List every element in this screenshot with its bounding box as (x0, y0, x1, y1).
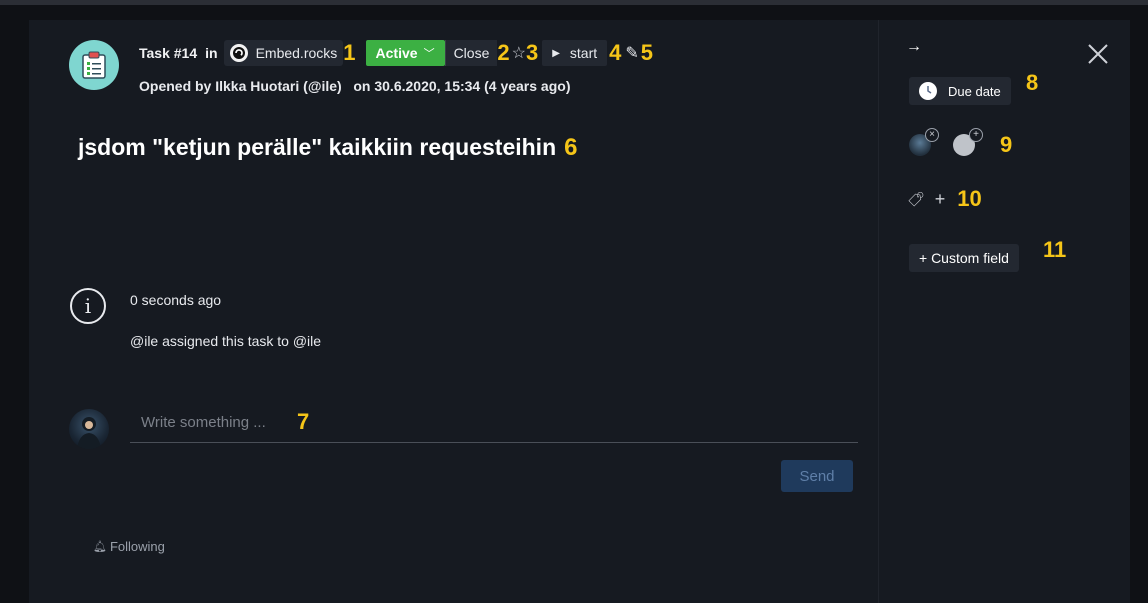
remove-assignee-icon[interactable]: × (925, 128, 939, 142)
annotation-marker-4: 4 (609, 40, 622, 65)
status-dropdown[interactable]: Active ﹀ (365, 40, 445, 66)
chevron-down-icon: ﹀ (423, 48, 435, 60)
start-timer-button[interactable]: ▶ start (542, 40, 608, 66)
comment-field[interactable]: 7 (130, 402, 858, 443)
annotation-marker-5: 5 (640, 40, 654, 65)
annotation-marker-8: 8 (1026, 70, 1039, 95)
close-task-label: Close (453, 45, 490, 61)
top-bar (0, 0, 1148, 5)
clipboard-icon (69, 40, 119, 90)
opened-by-text: Opened by Ilkka Huotari (@ile) on 30.6.2… (139, 78, 571, 94)
tag-icon[interactable]: 🏷︎ (907, 191, 925, 208)
activity-time: 0 seconds ago (130, 292, 222, 308)
task-title[interactable]: jsdom "ketjun perälle" kaikkiin requeste… (78, 134, 578, 161)
custom-field-button[interactable]: + Custom field (909, 244, 1019, 272)
clock-icon (919, 82, 937, 100)
activity-message: @ile assigned this task to @ile (130, 333, 322, 349)
annotation-marker-10: 10 (957, 186, 982, 211)
assignees: × + 9 (909, 128, 1013, 157)
annotation-marker-6: 6 (564, 133, 578, 161)
star-icon[interactable]: ☆ (512, 43, 526, 63)
status-label: Active (375, 45, 418, 61)
following-label: Following (109, 539, 165, 554)
close-task-button[interactable]: Close (444, 40, 498, 66)
task-modal: Task #14 in Embed.rocks 1 Active ﹀ Close… (29, 20, 1130, 603)
bell-icon: 🔔︎ (93, 541, 107, 553)
add-assignee-avatar[interactable]: + (953, 128, 983, 156)
in-label: in (205, 45, 218, 61)
pencil-icon[interactable]: ✎ (625, 43, 638, 63)
close-icon[interactable] (1084, 40, 1112, 68)
annotation-marker-11: 11 (1043, 237, 1067, 262)
annotation-marker-2: 2 (497, 40, 510, 65)
comment-input[interactable] (130, 412, 293, 432)
play-icon: ▶ (552, 47, 560, 59)
start-label: start (569, 45, 598, 61)
annotation-marker-3: 3 (525, 40, 539, 65)
avatar (69, 409, 109, 449)
task-title-text: jsdom "ketjun perälle" kaikkiin requeste… (78, 134, 557, 160)
due-date-button[interactable]: Due date (909, 77, 1011, 105)
tags-row: 🏷︎ + 10 (907, 188, 982, 210)
plus-icon[interactable]: + (935, 189, 946, 210)
sidebar-divider (878, 20, 879, 603)
following-toggle[interactable]: 🔔︎ Following (93, 539, 165, 554)
project-chip[interactable]: Embed.rocks (223, 40, 344, 66)
add-assignee-icon[interactable]: + (969, 128, 983, 142)
task-header-row: Task #14 in Embed.rocks 1 Active ﹀ Close… (139, 40, 654, 66)
task-number: Task #14 (139, 45, 198, 61)
project-name: Embed.rocks (255, 45, 338, 61)
assignee-avatar[interactable]: × (909, 128, 939, 156)
embed-logo-icon (229, 44, 248, 62)
annotation-marker-7: 7 (297, 409, 310, 434)
annotation-marker-9: 9 (1000, 132, 1013, 157)
info-icon: i (70, 288, 106, 324)
due-date-label: Due date (948, 83, 1001, 99)
send-button[interactable]: Send (781, 460, 853, 492)
arrow-right-icon[interactable]: → (906, 38, 922, 56)
annotation-marker-1: 1 (343, 40, 356, 65)
